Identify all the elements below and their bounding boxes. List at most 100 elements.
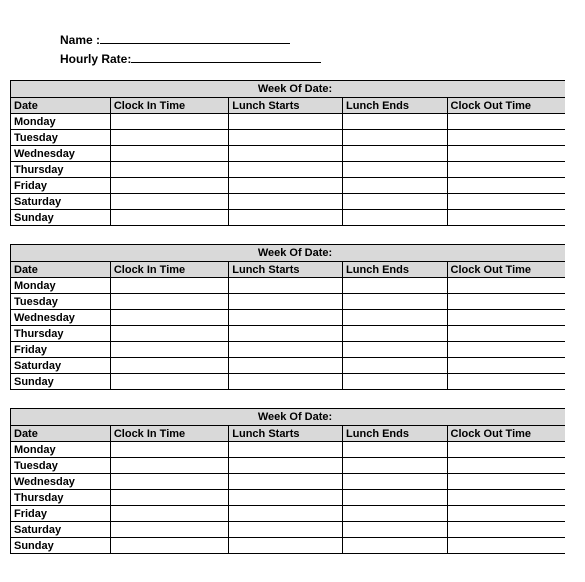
time-cell[interactable]: [343, 342, 448, 358]
clock-out-column-header: Clock Out Time: [447, 426, 565, 442]
time-cell[interactable]: [343, 442, 448, 458]
time-cell[interactable]: [343, 326, 448, 342]
clock-in-column-header: Clock In Time: [110, 426, 228, 442]
time-cell[interactable]: [447, 130, 565, 146]
time-cell[interactable]: [343, 210, 448, 226]
time-cell[interactable]: [447, 442, 565, 458]
time-cell[interactable]: [447, 326, 565, 342]
time-cell[interactable]: [110, 194, 228, 210]
time-cell[interactable]: [229, 130, 343, 146]
day-cell: Wednesday: [11, 146, 111, 162]
time-cell[interactable]: [110, 310, 228, 326]
week-table: Week Of Date:DateClock In TimeLunch Star…: [10, 80, 565, 226]
time-cell[interactable]: [110, 114, 228, 130]
time-cell[interactable]: [343, 278, 448, 294]
time-cell[interactable]: [110, 458, 228, 474]
time-cell[interactable]: [447, 146, 565, 162]
time-cell[interactable]: [110, 178, 228, 194]
time-cell[interactable]: [343, 114, 448, 130]
day-cell: Saturday: [11, 194, 111, 210]
time-cell[interactable]: [229, 506, 343, 522]
time-cell[interactable]: [229, 194, 343, 210]
time-cell[interactable]: [343, 294, 448, 310]
time-cell[interactable]: [447, 210, 565, 226]
time-cell[interactable]: [343, 162, 448, 178]
name-input-line[interactable]: [100, 30, 290, 44]
time-cell[interactable]: [343, 506, 448, 522]
time-cell[interactable]: [447, 278, 565, 294]
time-cell[interactable]: [343, 522, 448, 538]
hourly-rate-label: Hourly Rate:: [60, 52, 131, 66]
time-cell[interactable]: [447, 294, 565, 310]
time-cell[interactable]: [343, 374, 448, 390]
time-cell[interactable]: [229, 310, 343, 326]
time-cell[interactable]: [343, 490, 448, 506]
time-cell[interactable]: [343, 146, 448, 162]
lunch-starts-column-header: Lunch Starts: [229, 98, 343, 114]
time-cell[interactable]: [343, 194, 448, 210]
time-cell[interactable]: [447, 194, 565, 210]
time-cell[interactable]: [110, 130, 228, 146]
time-cell[interactable]: [110, 326, 228, 342]
time-cell[interactable]: [447, 114, 565, 130]
day-cell: Tuesday: [11, 130, 111, 146]
time-cell[interactable]: [229, 522, 343, 538]
time-cell[interactable]: [343, 538, 448, 554]
time-cell[interactable]: [343, 358, 448, 374]
time-cell[interactable]: [229, 490, 343, 506]
time-cell[interactable]: [447, 490, 565, 506]
day-cell: Monday: [11, 114, 111, 130]
time-cell[interactable]: [110, 538, 228, 554]
time-cell[interactable]: [343, 310, 448, 326]
time-cell[interactable]: [110, 294, 228, 310]
time-cell[interactable]: [343, 178, 448, 194]
time-cell[interactable]: [229, 210, 343, 226]
time-cell[interactable]: [110, 278, 228, 294]
time-cell[interactable]: [343, 474, 448, 490]
time-cell[interactable]: [110, 506, 228, 522]
time-cell[interactable]: [110, 522, 228, 538]
time-cell[interactable]: [447, 342, 565, 358]
time-cell[interactable]: [110, 146, 228, 162]
time-cell[interactable]: [229, 278, 343, 294]
time-cell[interactable]: [110, 490, 228, 506]
time-cell[interactable]: [447, 474, 565, 490]
time-cell[interactable]: [229, 146, 343, 162]
time-cell[interactable]: [229, 374, 343, 390]
time-cell[interactable]: [110, 442, 228, 458]
time-cell[interactable]: [229, 326, 343, 342]
time-cell[interactable]: [447, 522, 565, 538]
time-cell[interactable]: [110, 162, 228, 178]
time-cell[interactable]: [110, 474, 228, 490]
time-cell[interactable]: [229, 458, 343, 474]
time-cell[interactable]: [447, 458, 565, 474]
date-column-header: Date: [11, 98, 111, 114]
time-cell[interactable]: [110, 342, 228, 358]
time-cell[interactable]: [447, 506, 565, 522]
time-cell[interactable]: [110, 210, 228, 226]
time-cell[interactable]: [229, 114, 343, 130]
time-cell[interactable]: [229, 178, 343, 194]
time-cell[interactable]: [343, 458, 448, 474]
day-cell: Saturday: [11, 522, 111, 538]
time-cell[interactable]: [229, 294, 343, 310]
time-cell[interactable]: [447, 374, 565, 390]
table-row: Saturday: [11, 194, 566, 210]
table-row: Monday: [11, 278, 566, 294]
time-cell[interactable]: [447, 310, 565, 326]
time-cell[interactable]: [343, 130, 448, 146]
time-cell[interactable]: [447, 538, 565, 554]
day-cell: Sunday: [11, 538, 111, 554]
time-cell[interactable]: [229, 474, 343, 490]
time-cell[interactable]: [110, 358, 228, 374]
time-cell[interactable]: [110, 374, 228, 390]
time-cell[interactable]: [447, 178, 565, 194]
time-cell[interactable]: [447, 358, 565, 374]
time-cell[interactable]: [447, 162, 565, 178]
time-cell[interactable]: [229, 342, 343, 358]
time-cell[interactable]: [229, 538, 343, 554]
time-cell[interactable]: [229, 162, 343, 178]
time-cell[interactable]: [229, 442, 343, 458]
time-cell[interactable]: [229, 358, 343, 374]
hourly-rate-input-line[interactable]: [131, 49, 321, 63]
